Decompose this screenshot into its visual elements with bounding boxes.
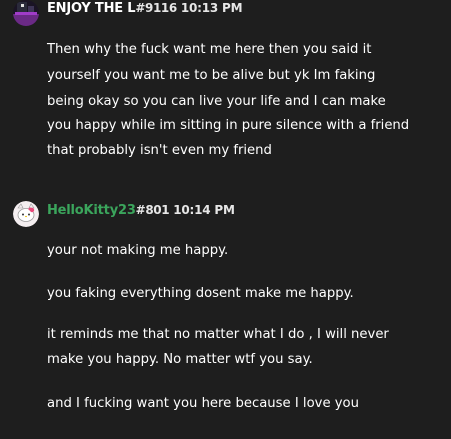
- message-timestamp: 10:13 PM: [180, 1, 243, 15]
- message-line: that probably isn't even my friend: [47, 143, 272, 158]
- message-line: you happy while im sitting in pure silen…: [47, 118, 410, 133]
- chat-message-list: ENJOY THE L #9116 10:13 PM Then why the …: [0, 0, 451, 439]
- message-timestamp: 10:14 PM: [173, 203, 235, 217]
- username[interactable]: ENJOY THE L: [47, 1, 136, 16]
- message-line: make you happy. No matter wtf you say.: [47, 352, 313, 367]
- user-tag: #801: [135, 203, 170, 217]
- message-line: you faking everything dosent make me hap…: [47, 286, 354, 301]
- username[interactable]: HelloKitty23: [47, 203, 136, 218]
- message-line: it reminds me that no matter what I do ,…: [47, 327, 389, 342]
- message-line: Then why the fuck want me here then you …: [47, 42, 372, 57]
- user-avatar[interactable]: [13, 0, 39, 26]
- message-line: being okay so you can live your life and…: [47, 94, 386, 109]
- message-header: ENJOY THE L #9116 10:13 PM: [47, 1, 243, 19]
- message-line: and I fucking want you here because I lo…: [47, 396, 359, 411]
- message-line: yourself you want me to be alive but yk …: [47, 68, 376, 83]
- avatar-image: [13, 0, 39, 26]
- user-avatar[interactable]: [13, 201, 39, 227]
- hello-kitty-avatar-icon: [13, 201, 39, 227]
- message-line: your not making me happy.: [47, 243, 229, 258]
- user-tag: #9116: [135, 1, 177, 15]
- message-header: HelloKitty23 #801 10:14 PM: [47, 203, 235, 221]
